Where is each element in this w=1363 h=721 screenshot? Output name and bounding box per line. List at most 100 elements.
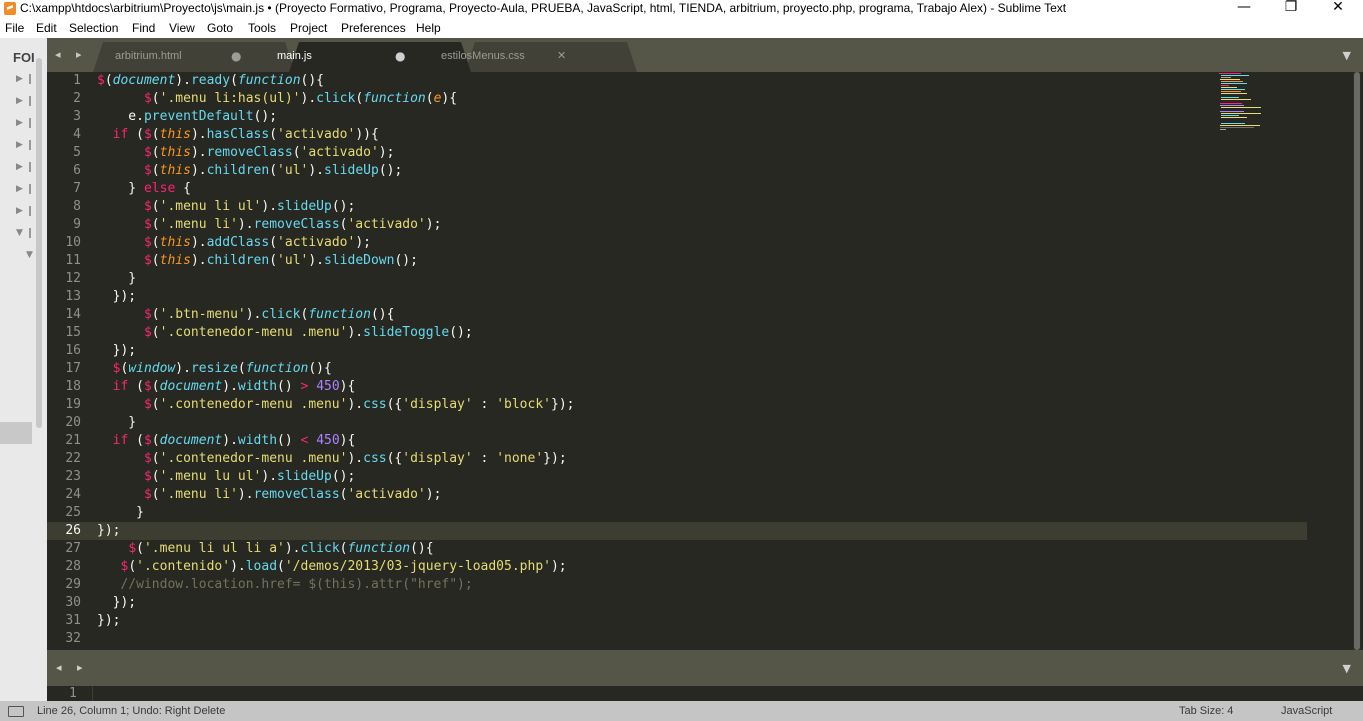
code-line[interactable]: $('.contenedor-menu .menu').css({'displa… bbox=[97, 396, 575, 414]
tab-nav-arrows[interactable]: ◂ ▸ bbox=[55, 48, 88, 61]
unsaved-dot-icon[interactable]: ● bbox=[395, 49, 405, 63]
code-token: this bbox=[159, 163, 191, 178]
code-token: ( bbox=[104, 73, 113, 88]
panel-nav-arrows[interactable]: ◂ ▸ bbox=[56, 661, 89, 674]
close-button[interactable]: ✕ bbox=[1315, 0, 1361, 18]
code-line[interactable]: $(this).children('ul').slideDown(); bbox=[97, 252, 418, 270]
code-line[interactable]: } bbox=[97, 414, 136, 432]
sidebar-selected-item[interactable] bbox=[0, 422, 32, 444]
tab-arbitrium-html[interactable]: arbitrium.html ● bbox=[93, 42, 263, 72]
code-line[interactable]: e.preventDefault(); bbox=[97, 108, 277, 126]
code-token: (); bbox=[449, 325, 473, 340]
panel-toggle-icon[interactable] bbox=[8, 706, 24, 717]
menu-find[interactable]: Find bbox=[132, 20, 155, 36]
code-token: ). bbox=[261, 199, 278, 214]
code-token: 'none' bbox=[496, 451, 544, 466]
maximize-button[interactable]: ❐ bbox=[1268, 0, 1314, 18]
code-token: (){ bbox=[370, 307, 395, 322]
panel-overflow-icon[interactable]: ▼ bbox=[1343, 662, 1351, 675]
code-line[interactable]: }); bbox=[97, 594, 137, 612]
code-line[interactable]: $('.menu li ul').slideUp(); bbox=[97, 198, 355, 216]
code-line[interactable]: $(this).children('ul').slideUp(); bbox=[97, 162, 402, 180]
code-token: click bbox=[261, 307, 301, 322]
code-line[interactable]: }); bbox=[97, 612, 120, 630]
code-line[interactable]: $('.contenedor-menu .menu').css({'displa… bbox=[97, 450, 567, 468]
code-line[interactable]: $(window).resize(function(){ bbox=[97, 360, 332, 378]
menu-help[interactable]: Help bbox=[416, 20, 441, 36]
code-line[interactable]: $('.menu li').removeClass('activado'); bbox=[97, 216, 441, 234]
code-line[interactable]: }); bbox=[97, 288, 137, 306]
sidebar-folder[interactable]: ▶ bbox=[16, 138, 36, 152]
code-token: ); bbox=[425, 217, 442, 232]
code-token: $ bbox=[143, 145, 152, 160]
menu-goto[interactable]: Goto bbox=[207, 20, 233, 36]
code-line[interactable]: $('.contenedor-menu .menu').slideToggle(… bbox=[97, 324, 473, 342]
code-token: 'ul' bbox=[277, 253, 309, 268]
code-editor[interactable]: 1 2 3 4 5 6 7 8 9 10 11 12 13 14 15 16 17 18 19 20 21 22 23 24 2… bbox=[47, 72, 1363, 650]
code-line[interactable]: } bbox=[97, 270, 136, 288]
code-line[interactable]: $('.contenido').load('/demos/2013/03-jqu… bbox=[97, 558, 566, 576]
code-line[interactable]: if ($(this).hasClass('activado')){ bbox=[97, 126, 379, 144]
sidebar-folder[interactable]: ▶ bbox=[16, 160, 36, 174]
menu-edit[interactable]: Edit bbox=[36, 20, 57, 36]
syntax-selector[interactable]: JavaScript bbox=[1281, 704, 1332, 718]
sidebar-folder-open[interactable]: ▼ bbox=[16, 226, 36, 240]
code-line[interactable]: //window.location.href= $(this).attr("hr… bbox=[97, 576, 472, 594]
code-token: ). bbox=[347, 397, 364, 412]
code-line[interactable]: } else { bbox=[97, 180, 191, 198]
code-line[interactable]: if ($(document).width() < 450){ bbox=[97, 432, 356, 450]
code-token: if bbox=[112, 433, 129, 448]
minimap[interactable] bbox=[1219, 72, 1279, 142]
code-token: '.menu li:has(ul)' bbox=[159, 91, 301, 106]
code-line[interactable]: $('.menu li').removeClass('activado'); bbox=[97, 486, 441, 504]
title-bar: C:\xampp\htdocs\arbitrium\Proyecto\js\ma… bbox=[0, 0, 1363, 18]
folder-label-stub bbox=[29, 74, 31, 84]
editor-scrollbar-thumb[interactable] bbox=[1354, 72, 1360, 650]
code-token: 'activado' bbox=[347, 217, 426, 232]
code-token: ( bbox=[128, 433, 144, 448]
code-token: ). bbox=[190, 145, 207, 160]
code-token: )) bbox=[355, 127, 371, 142]
code-token: width bbox=[237, 379, 278, 394]
code-token: ( bbox=[151, 91, 160, 106]
editor-scrollbar[interactable] bbox=[1353, 72, 1361, 650]
line-number: 32 bbox=[65, 631, 81, 646]
sidebar: FOI ▶ ▶ ▶ ▶ ▶ ▶ ▶ ▼ ▼ bbox=[0, 38, 47, 701]
sidebar-folder[interactable]: ▶ bbox=[16, 72, 36, 86]
code-line[interactable]: $('.menu li ul li a').click(function(){ bbox=[97, 540, 433, 558]
tab-estilos-menus-css[interactable]: estilosMenus.css ✕ bbox=[419, 42, 589, 72]
menu-preferences[interactable]: Preferences bbox=[341, 20, 406, 36]
console-input[interactable]: 1 bbox=[47, 686, 1363, 701]
code-token: (); bbox=[331, 199, 356, 214]
menu-view[interactable]: View bbox=[169, 20, 195, 36]
code-line[interactable]: }); bbox=[97, 522, 120, 540]
close-tab-icon[interactable]: ✕ bbox=[557, 49, 566, 62]
code-line[interactable]: $(this).addClass('activado'); bbox=[97, 234, 371, 252]
chevron-right-icon: ▶ bbox=[16, 162, 23, 172]
code-token: ). bbox=[300, 91, 317, 106]
menu-file[interactable]: File bbox=[5, 20, 24, 36]
code-line[interactable]: $('.menu lu ul').slideUp(); bbox=[97, 468, 355, 486]
code-line[interactable]: $('.menu li:has(ul)').click(function(e){ bbox=[97, 90, 457, 108]
tab-size-selector[interactable]: Tab Size: 4 bbox=[1179, 704, 1233, 718]
sidebar-folder[interactable]: ▶ bbox=[16, 182, 36, 196]
menu-project[interactable]: Project bbox=[290, 20, 327, 36]
code-line[interactable]: if ($(document).width() > 450){ bbox=[97, 378, 356, 396]
unsaved-dot-icon[interactable]: ● bbox=[231, 49, 241, 63]
code-line[interactable]: } bbox=[97, 504, 144, 522]
sidebar-folder[interactable]: ▶ bbox=[16, 94, 36, 108]
code-line[interactable]: $(this).removeClass('activado'); bbox=[97, 144, 394, 162]
sidebar-folder[interactable]: ▶ bbox=[16, 204, 36, 218]
sidebar-folder[interactable]: ▶ bbox=[16, 116, 36, 130]
menu-tools[interactable]: Tools bbox=[248, 20, 276, 36]
code-line[interactable]: $(document).ready(function(){ bbox=[97, 72, 324, 90]
tab-overflow-icon[interactable]: ▼ bbox=[1343, 49, 1351, 62]
code-line[interactable]: }); bbox=[97, 342, 137, 360]
code-line[interactable]: $('.btn-menu').click(function(){ bbox=[97, 306, 394, 324]
menu-selection[interactable]: Selection bbox=[69, 20, 118, 36]
tab-main-js[interactable]: main.js ● bbox=[255, 42, 425, 72]
minimize-button[interactable]: — bbox=[1221, 0, 1267, 18]
